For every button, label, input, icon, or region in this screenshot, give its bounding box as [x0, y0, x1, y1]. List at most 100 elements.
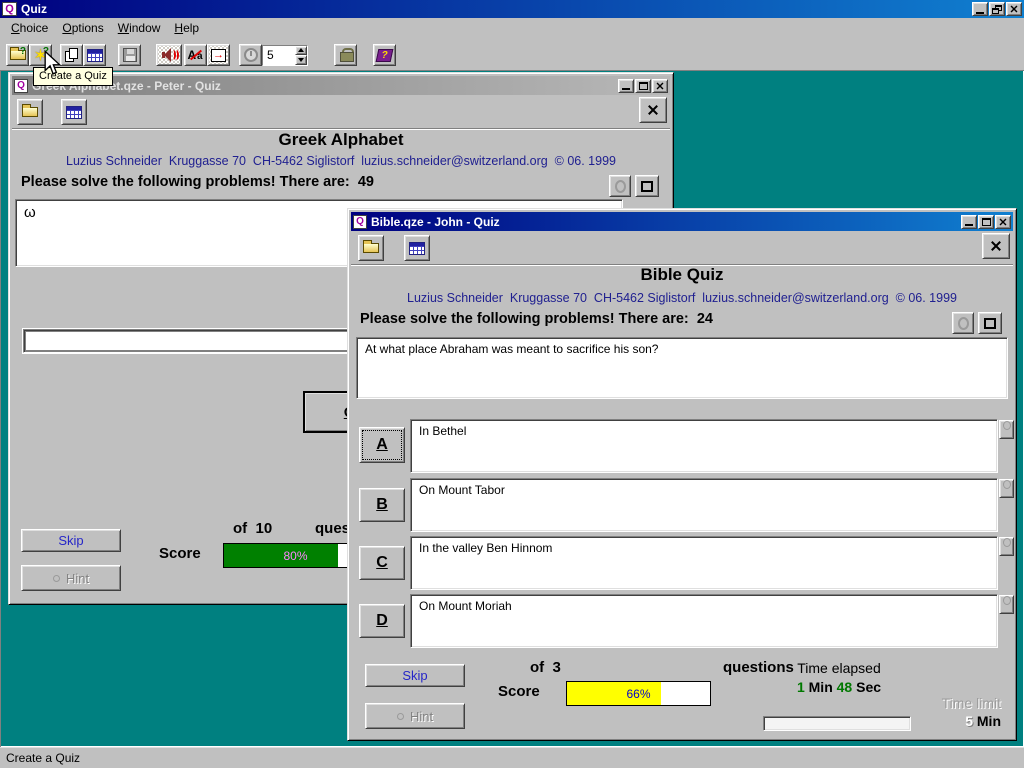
close-button[interactable]: [1006, 2, 1022, 16]
font-button[interactable]: Aa: [184, 44, 207, 66]
bible-minimize-button[interactable]: [961, 215, 977, 229]
answer-c-sound-button[interactable]: [999, 537, 1014, 556]
greek-list-button[interactable]: [61, 99, 87, 125]
sound-circle-icon: [958, 317, 969, 330]
greek-score-label: Score: [159, 545, 201, 562]
answer-b-sound-button[interactable]: [999, 479, 1014, 498]
font-icon: Aa: [188, 48, 204, 62]
copy-button[interactable]: [60, 44, 83, 66]
hint-icon: [53, 575, 60, 582]
greek-picture-button[interactable]: [635, 175, 659, 197]
menu-help[interactable]: Help: [167, 19, 206, 37]
minimize-icon: [622, 88, 630, 90]
bible-maximize-button[interactable]: [978, 215, 994, 229]
timer-button[interactable]: [239, 44, 262, 66]
answer-b-button[interactable]: B: [359, 488, 405, 522]
greek-question-text: ω: [24, 204, 36, 221]
bible-score-label: Score: [498, 683, 540, 700]
mdi-workspace: Q Greek Alphabet.qze - Peter - Quiz Gree…: [0, 70, 1024, 747]
bible-picture-button[interactable]: [978, 312, 1002, 334]
save-disk-icon: [123, 48, 137, 62]
open-folder-icon: [22, 107, 38, 117]
answer-d-box: On Mount Moriah: [410, 594, 998, 648]
padlock-icon: [340, 48, 352, 62]
close-icon: [999, 218, 1007, 225]
hint-icon: [397, 713, 404, 720]
main-toolbar: ? ✶? Aa → 5 ?: [0, 38, 1024, 70]
answer-d-text: On Mount Moriah: [419, 599, 512, 613]
time-limit-spinner[interactable]: 5: [262, 45, 308, 66]
bible-skip-button[interactable]: Skip: [365, 664, 465, 687]
menu-options[interactable]: Options: [55, 19, 110, 37]
bible-quiz-window: Q Bible.qze - John - Quiz Bible Quiz Luz…: [347, 208, 1017, 741]
close-icon: [1010, 6, 1018, 13]
app-q-icon: Q: [2, 2, 17, 16]
bible-window-title: Bible.qze - John - Quiz: [371, 215, 500, 229]
bible-score-bar: 66%: [566, 681, 711, 706]
greek-skip-button[interactable]: Skip: [21, 529, 121, 552]
greek-author-line: Luzius Schneider Kruggasse 70 CH-5462 Si…: [9, 154, 673, 168]
minimize-icon: [965, 224, 973, 226]
bible-prompt: Please solve the following problems! The…: [360, 311, 713, 327]
bible-titlebar[interactable]: Q Bible.qze - John - Quiz: [351, 212, 1013, 231]
exit-question-button[interactable]: →: [207, 44, 230, 66]
greek-quiz-heading: Greek Alphabet: [9, 130, 673, 150]
bible-hint-button[interactable]: Hint: [365, 703, 465, 729]
restore-icon: [992, 5, 1002, 14]
grid-icon: [409, 242, 425, 255]
greek-exit-button[interactable]: [639, 97, 667, 123]
bible-close-button[interactable]: [995, 215, 1011, 229]
time-elapsed-sec-unit: Sec: [856, 679, 881, 695]
answer-a-button[interactable]: A: [359, 427, 405, 463]
time-elapsed-min-unit: Min: [809, 679, 833, 695]
time-limit-unit: Min: [977, 713, 1001, 729]
open-quiz-button[interactable]: ?: [6, 44, 29, 66]
lock-button[interactable]: [334, 44, 357, 66]
help-book-icon: ?: [376, 49, 394, 62]
answer-b-box: On Mount Tabor: [410, 478, 998, 532]
sound-circle-icon: [1003, 421, 1011, 430]
picture-square-icon: [641, 181, 653, 192]
greek-hint-button[interactable]: Hint: [21, 565, 121, 591]
answer-b-text: On Mount Tabor: [419, 483, 505, 497]
help-button[interactable]: ?: [373, 44, 396, 66]
restore-button[interactable]: [989, 2, 1005, 16]
bible-of-label: of 3: [530, 659, 561, 676]
answer-c-button[interactable]: C: [359, 546, 405, 580]
bible-list-button[interactable]: [404, 235, 430, 261]
answer-a-box: In Bethel: [410, 419, 998, 473]
menu-choice[interactable]: Choice: [4, 19, 55, 37]
sound-toggle-button[interactable]: [156, 44, 182, 66]
menu-window[interactable]: Window: [111, 19, 168, 37]
greek-minimize-button[interactable]: [618, 79, 634, 93]
answer-c-box: In the valley Ben Hinnom: [410, 536, 998, 590]
grid-icon: [66, 106, 82, 119]
minimize-button[interactable]: [972, 2, 988, 16]
greek-open-button[interactable]: [17, 99, 43, 125]
mouse-cursor: [43, 50, 61, 76]
time-limit-value: 5: [965, 713, 973, 729]
answer-d-sound-button[interactable]: [999, 595, 1014, 614]
time-limit-label: Time limit: [903, 695, 1001, 711]
spin-down-button[interactable]: [295, 55, 307, 65]
exit-arrow-icon: →: [211, 49, 226, 62]
greek-prompt: Please solve the following problems! The…: [21, 174, 374, 190]
close-icon: [656, 82, 664, 89]
greek-sound-button[interactable]: [609, 175, 631, 197]
spin-up-button[interactable]: [295, 46, 307, 56]
bible-sound-button[interactable]: [952, 312, 974, 334]
save-button[interactable]: [118, 44, 141, 66]
bible-exit-button[interactable]: [982, 233, 1010, 259]
sound-circle-icon: [615, 180, 626, 193]
answer-d-button[interactable]: D: [359, 604, 405, 638]
time-limit-block: Time limit 5 Min: [903, 695, 1001, 729]
answer-a-sound-button[interactable]: [999, 420, 1014, 439]
bible-author-line: Luzius Schneider Kruggasse 70 CH-5462 Si…: [348, 291, 1016, 305]
bible-question-text: At what place Abraham was meant to sacri…: [365, 342, 658, 356]
bible-open-button[interactable]: [358, 235, 384, 261]
greek-of-label: of 10: [233, 520, 272, 537]
question-list-button[interactable]: [83, 44, 106, 66]
greek-maximize-button[interactable]: [635, 79, 651, 93]
greek-close-button[interactable]: [652, 79, 668, 93]
time-limit-progressbar: [763, 716, 911, 731]
